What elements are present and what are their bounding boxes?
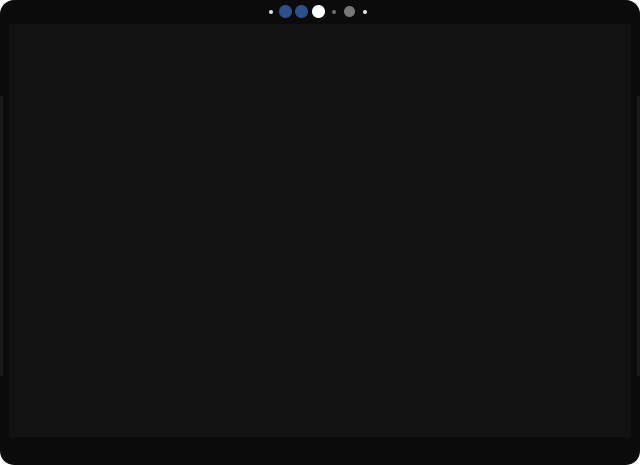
device-left-edge: [0, 96, 3, 376]
ir-camera-left-icon: [279, 5, 292, 18]
proximity-sensor-icon: [332, 10, 336, 14]
ambient-light-sensor-icon: [269, 10, 273, 14]
front-camera-icon: [312, 5, 325, 18]
camera-sensor-bar: [266, 4, 376, 20]
device-screen[interactable]: [9, 24, 631, 437]
tablet-device: [0, 0, 640, 465]
camera-sensor-icon: [344, 6, 355, 17]
status-led-icon: [363, 10, 367, 14]
ir-camera-right-icon: [295, 5, 308, 18]
